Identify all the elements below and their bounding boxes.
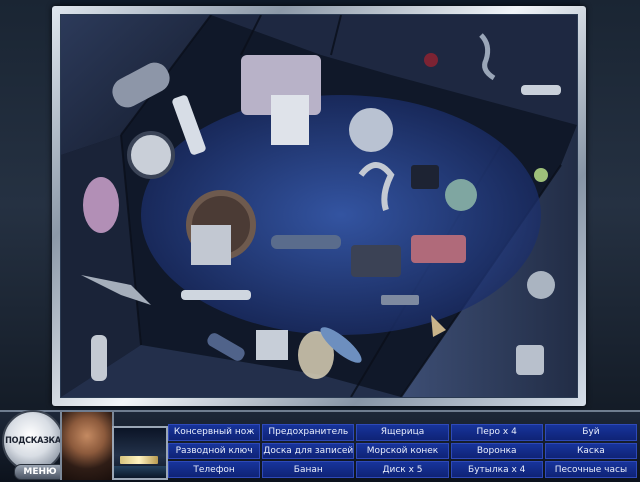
helmet-object bbox=[516, 345, 544, 375]
thumbnail-water bbox=[114, 466, 166, 478]
item-list-panel: Консервный нож Предохранитель Ящерица Пе… bbox=[168, 424, 637, 478]
hidden-object-scene bbox=[60, 14, 578, 398]
apple-object bbox=[534, 168, 548, 182]
wrench-object bbox=[381, 295, 419, 305]
list-item[interactable]: Диск x 5 bbox=[356, 461, 449, 478]
list-item[interactable]: Доска для записей bbox=[262, 442, 355, 460]
list-item[interactable]: Консервный нож bbox=[168, 424, 261, 441]
bottle-2-object bbox=[181, 290, 251, 300]
list-item[interactable]: Перо x 4 bbox=[450, 424, 543, 441]
scene-thumbnail bbox=[112, 426, 168, 480]
list-item[interactable]: Банан bbox=[262, 461, 355, 478]
scene-frame bbox=[52, 6, 586, 406]
hint-button-label: ПОДСКАЗКА bbox=[5, 436, 61, 446]
background-right-scenery bbox=[580, 0, 640, 410]
list-item[interactable]: Песочные часы bbox=[544, 461, 637, 478]
coin-object bbox=[127, 131, 175, 179]
disk-object bbox=[256, 330, 288, 360]
ball-object bbox=[445, 179, 477, 211]
case-object bbox=[411, 235, 466, 263]
box-object bbox=[191, 225, 231, 265]
radio-object bbox=[351, 245, 401, 277]
crate-illustration[interactable] bbox=[61, 15, 577, 397]
fuse-object bbox=[424, 53, 438, 67]
hint-button[interactable]: ПОДСКАЗКА bbox=[2, 410, 64, 472]
list-item[interactable]: Разводной ключ bbox=[168, 442, 261, 460]
phone-object bbox=[411, 165, 439, 189]
bottle-4-object bbox=[91, 335, 107, 381]
list-item[interactable]: Ящерица bbox=[356, 424, 449, 441]
list-item[interactable]: Бутылка x 4 bbox=[450, 461, 543, 478]
thumbnail-boat bbox=[120, 456, 158, 464]
menu-button-label: МЕНЮ bbox=[23, 467, 57, 477]
list-item[interactable]: Буй bbox=[544, 424, 637, 441]
flashlight-object bbox=[271, 235, 341, 249]
purple-bottle-object bbox=[83, 177, 119, 233]
background-left-scenery bbox=[0, 0, 60, 410]
list-item[interactable]: Воронка bbox=[450, 442, 543, 460]
bottle-3-object bbox=[521, 85, 561, 95]
plate-object bbox=[349, 108, 393, 152]
list-item[interactable]: Каска bbox=[544, 442, 637, 460]
character-portrait bbox=[60, 412, 114, 480]
menu-button[interactable]: МЕНЮ bbox=[14, 464, 66, 480]
list-item[interactable]: Телефон bbox=[168, 461, 261, 478]
buoy-object bbox=[527, 271, 555, 299]
list-item[interactable]: Морской конек bbox=[356, 442, 449, 460]
clipboard-object bbox=[271, 95, 309, 145]
list-item[interactable]: Предохранитель bbox=[262, 424, 355, 441]
